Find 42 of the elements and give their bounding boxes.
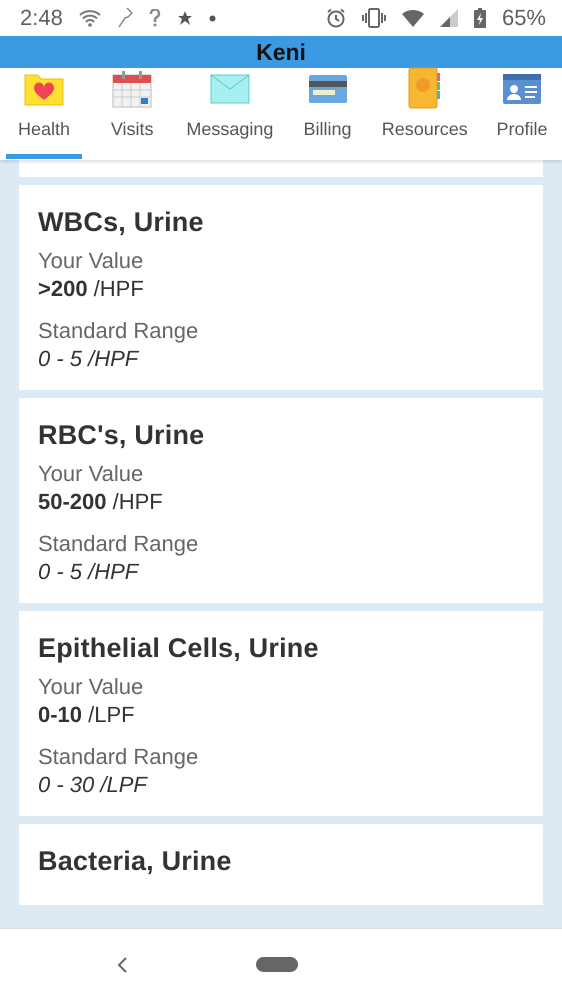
back-icon[interactable] [116, 956, 128, 972]
range-text: 0 - 5 /HPF [38, 559, 140, 585]
wifi-signal-icon [402, 10, 424, 26]
range-label: Standard Range [38, 531, 200, 557]
range-label: Standard Range [38, 744, 200, 770]
cell-signal-icon [440, 9, 458, 27]
range-text: 0 - 30 /LPF [38, 772, 149, 798]
pin-icon [116, 7, 133, 29]
wifi-icon [78, 9, 101, 27]
question-icon [148, 9, 161, 27]
battery-percentage: 65% [502, 5, 546, 31]
nav-tab[interactable]: Visits [94, 68, 170, 159]
calendar-icon [112, 70, 152, 108]
value-text: >200 /HPF [38, 276, 145, 302]
nav-tab[interactable]: Profile [484, 68, 560, 159]
result-title: Epithelial Cells, Urine [38, 633, 320, 664]
vibrate-icon [362, 8, 386, 28]
book-icon [408, 67, 442, 109]
value-label: Your Value [38, 248, 144, 274]
dot-icon [208, 14, 216, 22]
result-title: Bacteria, Urine [38, 846, 233, 877]
range-text: 0 - 5 /HPF [38, 346, 140, 372]
result-title: WBCs, Urine [38, 207, 205, 238]
id-card-icon [502, 72, 542, 104]
nav-tab[interactable]: Billing [290, 68, 366, 159]
nav-tab[interactable]: Messaging [182, 68, 278, 159]
credit-card-icon [308, 74, 348, 104]
value-text: 0-10 /LPF [38, 702, 136, 728]
range-label: Standard Range [38, 318, 200, 344]
clock-time: 2:48 [20, 5, 63, 31]
value-label: Your Value [38, 461, 144, 487]
value-label: Your Value [38, 674, 144, 700]
battery-icon [474, 8, 486, 28]
result-title: RBC's, Urine [38, 420, 206, 451]
folder-heart-icon [24, 72, 64, 106]
nav-tab[interactable]: Resources [378, 68, 472, 159]
star-icon [176, 10, 193, 26]
app-title: Keni [256, 38, 306, 66]
alarm-icon [326, 8, 346, 28]
envelope-icon [210, 74, 250, 104]
home-handle-icon[interactable] [256, 957, 298, 972]
value-text: 50-200 /HPF [38, 489, 164, 515]
